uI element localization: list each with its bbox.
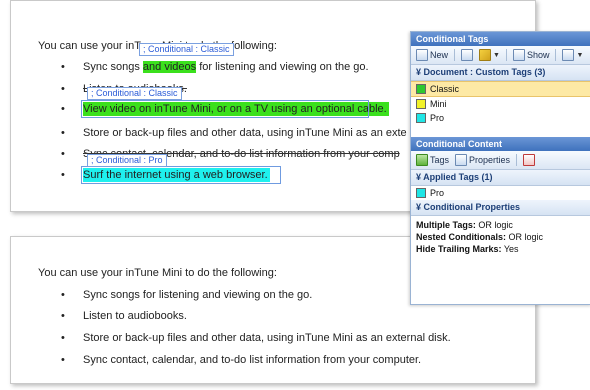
color-swatch	[416, 99, 426, 109]
toolbar-separator	[516, 154, 518, 166]
conditional-tag-label[interactable]: ; Conditional : Pro	[87, 154, 167, 167]
toolbar-separator	[505, 49, 507, 61]
chevron-down-icon: ▼	[576, 51, 584, 59]
collapse-icon: ¥	[416, 202, 424, 212]
prop-nested-conditionals: Nested Conditionals: OR logic	[416, 232, 544, 242]
tag-row-classic[interactable]: Classic	[411, 81, 590, 97]
prop-hide-trailing: Hide Trailing Marks: Yes	[416, 244, 519, 254]
toolbar-separator	[555, 49, 557, 61]
new-icon	[416, 49, 428, 61]
highlighted-text[interactable]: and videos	[142, 61, 197, 73]
tags-button[interactable]: Tags	[414, 153, 451, 167]
conditional-tag-label[interactable]: ; Conditional : Classic	[139, 43, 234, 56]
conditional-outline-classic	[81, 100, 369, 118]
intro-text: You can use your inTune Mini to do the f…	[38, 267, 277, 279]
new-button[interactable]: New	[414, 48, 450, 62]
show-icon	[512, 49, 525, 61]
conditional-tags-panel: Conditional Tags New ▼ Show ▼ ¥ Document…	[410, 31, 590, 305]
tag-row-pro[interactable]: Pro	[411, 111, 590, 125]
show-button[interactable]: Show	[511, 48, 552, 62]
tag-row-mini[interactable]: Mini	[411, 97, 590, 111]
more-button[interactable]: ▼	[560, 48, 585, 62]
collapse-icon: ¥	[416, 67, 424, 77]
remove-icon	[523, 154, 536, 166]
color-swatch	[416, 84, 426, 94]
toolbar-content: Tags Properties	[411, 151, 590, 170]
color-swatch	[416, 113, 426, 123]
properties-button[interactable]: Properties	[453, 153, 512, 167]
properties-icon	[455, 154, 468, 166]
panel-title-tags: Conditional Tags	[411, 32, 590, 46]
list-icon	[562, 49, 575, 61]
section-header-applied[interactable]: ¥ Applied Tags (1)	[411, 170, 590, 186]
toolbar-separator	[454, 49, 456, 61]
conditional-outline-pro	[81, 166, 281, 184]
conditional-tag-label[interactable]: ; Conditional : Classic	[87, 87, 182, 100]
applied-tag-row-pro[interactable]: Pro	[411, 186, 590, 200]
section-header-doc-tags[interactable]: ¥ Document : Custom Tags (3)	[411, 65, 590, 81]
panel-title-content: Conditional Content	[411, 137, 590, 151]
color-swatch	[416, 188, 426, 198]
toolbar-tags: New ▼ Show ▼	[411, 46, 590, 65]
edit-button[interactable]: ▼	[477, 48, 502, 62]
section-header-props[interactable]: ¥ Conditional Properties	[411, 200, 590, 216]
tags-icon	[416, 154, 428, 166]
window-button[interactable]	[459, 48, 475, 62]
remove-tag-button[interactable]	[521, 153, 537, 167]
window-icon	[461, 49, 474, 61]
chevron-down-icon: ▼	[493, 51, 500, 59]
prop-multiple-tags: Multiple Tags: OR logic	[416, 220, 513, 230]
pencil-icon	[479, 49, 492, 61]
